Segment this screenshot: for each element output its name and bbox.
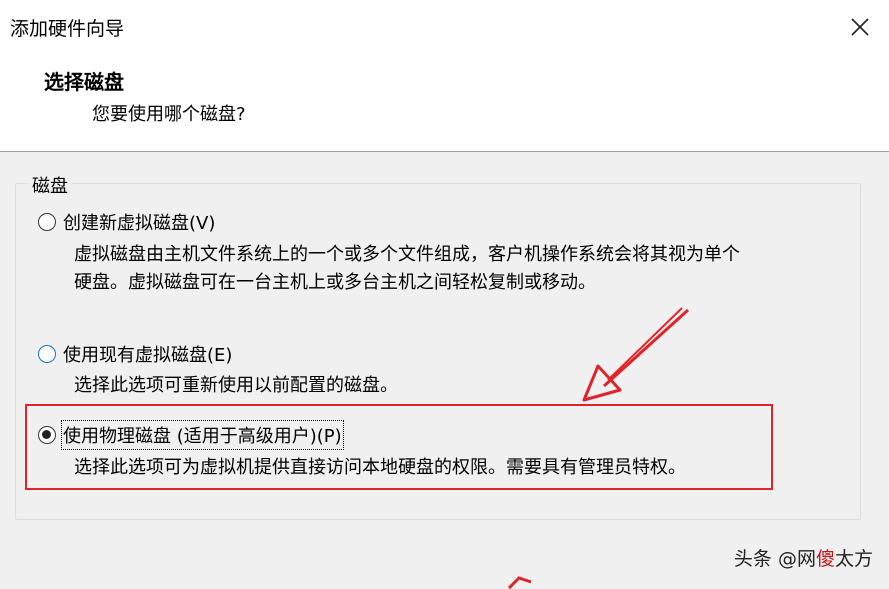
radio-label: 创建新虚拟磁盘(V)	[63, 213, 216, 234]
close-button[interactable]	[831, 0, 889, 54]
radio-button-icon[interactable]	[38, 345, 56, 363]
option-description: 选择此选项可重新使用以前配置的磁盘。	[74, 372, 398, 400]
watermark-text: 太方	[834, 548, 873, 570]
radio-button-icon[interactable]	[38, 213, 56, 231]
page-title: 选择磁盘	[44, 70, 124, 94]
radio-use-existing-virtual-disk[interactable]: 使用现有虚拟磁盘(E)	[38, 341, 232, 367]
radio-create-new-virtual-disk[interactable]: 创建新虚拟磁盘(V)	[38, 209, 215, 235]
annotation-arrow-icon	[507, 576, 532, 589]
description-line: 选择此选项可重新使用以前配置的磁盘。	[74, 375, 398, 396]
watermark: 头条 @网傻太方	[734, 544, 873, 571]
close-icon	[851, 18, 869, 36]
description-line: 虚拟磁盘由主机文件系统上的一个或多个文件组成，客户机操作系统会将其视为单个	[74, 244, 740, 265]
annotation-arrow-icon	[582, 307, 690, 402]
watermark-accent: 傻	[815, 548, 835, 570]
add-hardware-wizard-window: 添加硬件向导 选择磁盘 您要使用哪个磁盘? 磁盘 创建新虚拟磁盘(V) 虚拟磁盘…	[0, 0, 889, 589]
window-title: 添加硬件向导	[10, 18, 125, 40]
wizard-header: 选择磁盘 您要使用哪个磁盘?	[0, 54, 889, 152]
option-description: 虚拟磁盘由主机文件系统上的一个或多个文件组成，客户机操作系统会将其视为单个 硬盘…	[74, 241, 740, 297]
radio-label: 使用现有虚拟磁盘(E)	[63, 345, 233, 366]
title-bar: 添加硬件向导	[0, 0, 889, 54]
annotation-highlight-box	[25, 404, 773, 490]
watermark-text: 头条 @网	[733, 548, 816, 570]
disk-group-legend: 磁盘	[28, 172, 72, 198]
description-line: 硬盘。虚拟磁盘可在一台主机上或多台主机之间轻松复制或移动。	[74, 272, 596, 293]
page-subtitle: 您要使用哪个磁盘?	[92, 104, 246, 125]
